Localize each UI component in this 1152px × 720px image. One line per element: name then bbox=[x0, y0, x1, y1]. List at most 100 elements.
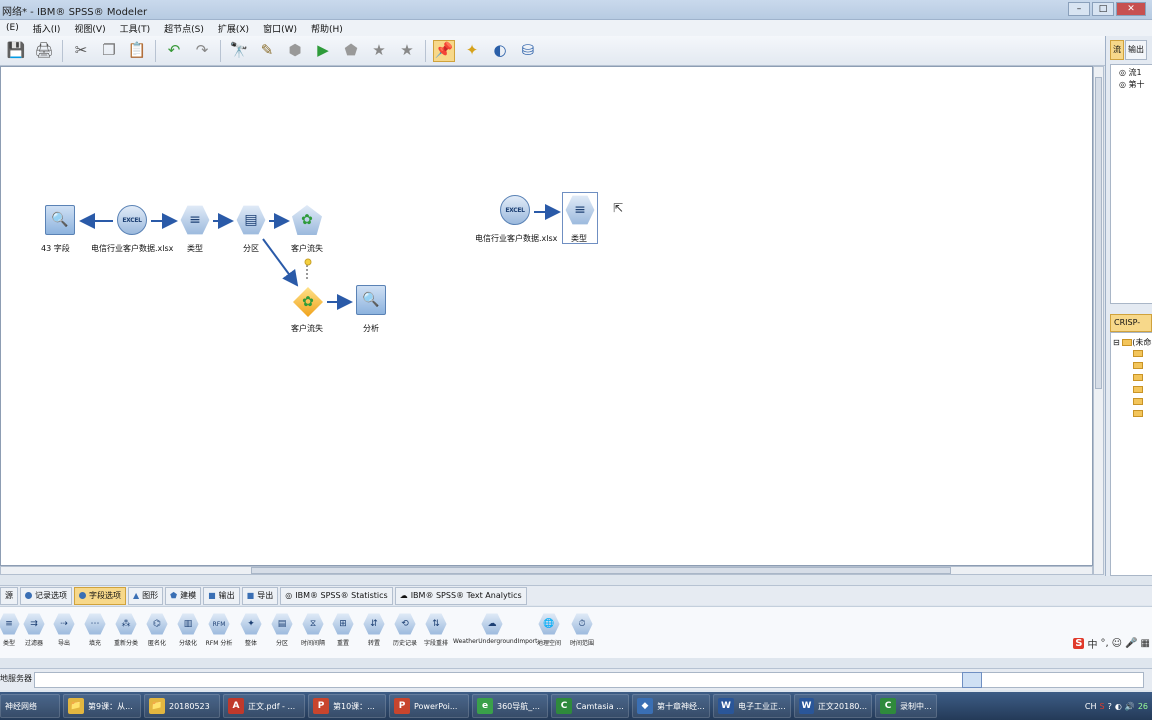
palette-node-history[interactable]: ⟲ 历史记录 bbox=[390, 613, 420, 647]
partition-node[interactable]: ▤ bbox=[234, 203, 268, 237]
palette-node-filter[interactable]: ⇉ 过滤器 bbox=[19, 613, 49, 647]
stop-icon[interactable]: ⬢ bbox=[284, 40, 306, 62]
run-icon[interactable]: ▶ bbox=[312, 40, 334, 62]
palette-node-derive[interactable]: ⇢ 导出 bbox=[49, 613, 79, 647]
tab-text-analytics[interactable]: ☁ IBM® SPSS® Text Analytics bbox=[394, 586, 527, 605]
sogou-logo[interactable]: S bbox=[1073, 638, 1085, 649]
palette-node-time-intervals[interactable]: ⧖ 时间间隔 bbox=[298, 613, 328, 647]
volume-tray-icon[interactable]: 🔊 bbox=[1125, 702, 1135, 711]
paste-icon[interactable]: 📋 bbox=[126, 40, 148, 62]
menu-view[interactable]: 视图(V) bbox=[68, 22, 113, 35]
tree-root[interactable]: ⊟ (未命名) bbox=[1113, 337, 1152, 348]
palette-node-restructure[interactable]: ⊞ 重置 bbox=[328, 613, 358, 647]
tab-outputs[interactable]: 输出 bbox=[1125, 40, 1147, 60]
taskbar-item[interactable]: 神经网络 bbox=[0, 694, 60, 718]
menu-extensions[interactable]: 扩展(X) bbox=[212, 22, 257, 35]
ime-emoji-icon[interactable]: ☺ bbox=[1112, 638, 1122, 649]
star-icon-2[interactable]: ★ bbox=[396, 40, 418, 62]
globe-icon[interactable]: ◐ bbox=[489, 40, 511, 62]
tab-streams[interactable]: 流 bbox=[1110, 40, 1124, 60]
server-icon[interactable]: ⛁ bbox=[517, 40, 539, 62]
palette-node-weather-import[interactable]: ☁ WeatherUndergroundImport bbox=[453, 613, 537, 645]
tab-sources[interactable]: 源 bbox=[0, 586, 18, 605]
menu-insert[interactable]: 插入(I) bbox=[27, 22, 69, 35]
ime-punct-icon[interactable]: °, bbox=[1100, 638, 1108, 649]
palette-node-anonymize[interactable]: ⌬ 匿名化 bbox=[142, 613, 172, 647]
help-tray-icon[interactable]: ? bbox=[1108, 702, 1112, 711]
ime-keyboard-icon[interactable]: ▦ bbox=[1141, 638, 1150, 649]
tab-crisp-dm[interactable]: CRISP-DM bbox=[1110, 314, 1152, 343]
save-icon[interactable]: 💾 bbox=[5, 40, 27, 62]
palette-node-transpose[interactable]: ⇵ 转置 bbox=[359, 613, 389, 647]
tree-item[interactable] bbox=[1133, 373, 1143, 382]
tree-item[interactable] bbox=[1133, 397, 1143, 406]
find-icon[interactable]: 🔭 bbox=[228, 40, 250, 62]
tab-record-ops[interactable]: 记录选项 bbox=[20, 586, 72, 605]
close-button[interactable]: ✕ bbox=[1116, 2, 1146, 16]
taskbar-item[interactable]: ◆ 第十章神经... bbox=[632, 694, 710, 718]
scroll-thumb[interactable] bbox=[1095, 77, 1102, 389]
type-node[interactable]: ≡ bbox=[178, 203, 212, 237]
language-indicator[interactable]: CH bbox=[1085, 702, 1097, 711]
canvas-vertical-scrollbar[interactable] bbox=[1093, 66, 1104, 575]
taskbar-item[interactable]: A 正文.pdf - ... bbox=[223, 694, 305, 718]
redo-icon[interactable]: ↷ bbox=[191, 40, 213, 62]
neural-net-modeling-node[interactable]: ✿ bbox=[290, 203, 324, 237]
palette-node-partition[interactable]: ▤ 分区 bbox=[267, 613, 297, 647]
tab-graphs[interactable]: ▲ 图形 bbox=[128, 586, 164, 605]
tab-spss-statistics[interactable]: ◎ IBM® SPSS® Statistics bbox=[280, 586, 393, 605]
list-item[interactable]: ◎ 第十 bbox=[1119, 79, 1145, 90]
minimize-button[interactable]: – bbox=[1068, 2, 1090, 16]
tab-output[interactable]: ■ 输出 bbox=[203, 586, 240, 605]
canvas-horizontal-scrollbar[interactable] bbox=[0, 566, 1093, 575]
tree-item[interactable] bbox=[1133, 409, 1143, 418]
menu-tools[interactable]: 工具(T) bbox=[114, 22, 159, 35]
taskbar-item[interactable]: 📁 20180523 bbox=[144, 694, 220, 718]
palette-node-time-range[interactable]: ⏱ 时间范围 bbox=[567, 613, 597, 647]
taskbar-item[interactable]: C Camtasia ... bbox=[551, 694, 629, 718]
copy-icon[interactable]: ❐ bbox=[98, 40, 120, 62]
ime-mode[interactable]: 中 bbox=[1087, 636, 1097, 651]
print-icon[interactable]: 🖨 bbox=[33, 40, 55, 62]
palette-node-field-reorder[interactable]: ⇅ 字段重排 bbox=[421, 613, 451, 647]
supernode-icon[interactable]: ⬟ bbox=[340, 40, 362, 62]
taskbar-item[interactable]: C 录制中... bbox=[875, 694, 937, 718]
tab-field-ops[interactable]: 字段选项 bbox=[74, 586, 126, 605]
taskbar-item[interactable]: W 正文20180... bbox=[794, 694, 872, 718]
tree-item[interactable] bbox=[1133, 385, 1143, 394]
tree-item[interactable] bbox=[1133, 349, 1143, 358]
annotation-icon[interactable]: ✦ bbox=[461, 40, 483, 62]
sogou-tray-icon[interactable]: S bbox=[1100, 702, 1105, 711]
table-node[interactable]: 🔍 bbox=[43, 203, 77, 237]
palette-node-geospatial[interactable]: 🌐 地理空间 bbox=[534, 613, 564, 647]
model-nugget-node[interactable]: ✿ bbox=[291, 285, 325, 319]
taskbar-item[interactable]: P PowerPoi... bbox=[389, 694, 469, 718]
menu-window[interactable]: 窗口(W) bbox=[257, 22, 305, 35]
cut-icon[interactable]: ✂ bbox=[70, 40, 92, 62]
star-icon[interactable]: ★ bbox=[368, 40, 390, 62]
list-item[interactable]: ◎ 流1 bbox=[1119, 67, 1142, 78]
tab-export[interactable]: ■ 导出 bbox=[241, 586, 279, 605]
analysis-node[interactable]: 🔍 bbox=[354, 283, 388, 317]
taskbar-item[interactable]: e 360导航_... bbox=[472, 694, 548, 718]
palette-node-ensemble[interactable]: ✦ 整体 bbox=[236, 613, 266, 647]
palette-node-filler[interactable]: ⋯ 填充 bbox=[80, 613, 110, 647]
menu-edit[interactable]: (E) bbox=[0, 23, 27, 33]
palette-node-rfm[interactable]: RFM RFM 分析 bbox=[204, 613, 234, 647]
network-tray-icon[interactable]: ◐ bbox=[1115, 702, 1122, 711]
tree-item[interactable] bbox=[1133, 361, 1143, 370]
excel-source-node[interactable]: EXCEL bbox=[115, 203, 149, 237]
taskbar-item[interactable]: W 电子工业正... bbox=[713, 694, 791, 718]
scroll-thumb[interactable] bbox=[251, 567, 951, 574]
taskbar-item[interactable]: 📁 第9课：从... bbox=[63, 694, 141, 718]
menu-help[interactable]: 帮助(H) bbox=[305, 22, 351, 35]
status-slider[interactable] bbox=[962, 672, 982, 688]
tab-modeling[interactable]: ⬟ 建模 bbox=[165, 586, 202, 605]
excel-source-node-2[interactable]: EXCEL bbox=[498, 193, 532, 227]
palette-node-binning[interactable]: ▥ 分级化 bbox=[173, 613, 203, 647]
pin-icon[interactable]: 📌 bbox=[433, 39, 455, 62]
menu-supernode[interactable]: 超节点(S) bbox=[158, 22, 212, 35]
edit-icon[interactable]: ✎ bbox=[256, 40, 278, 62]
ime-mic-icon[interactable]: 🎤 bbox=[1125, 638, 1137, 649]
palette-node-reclassify[interactable]: ⁂ 重新分类 bbox=[111, 613, 141, 647]
